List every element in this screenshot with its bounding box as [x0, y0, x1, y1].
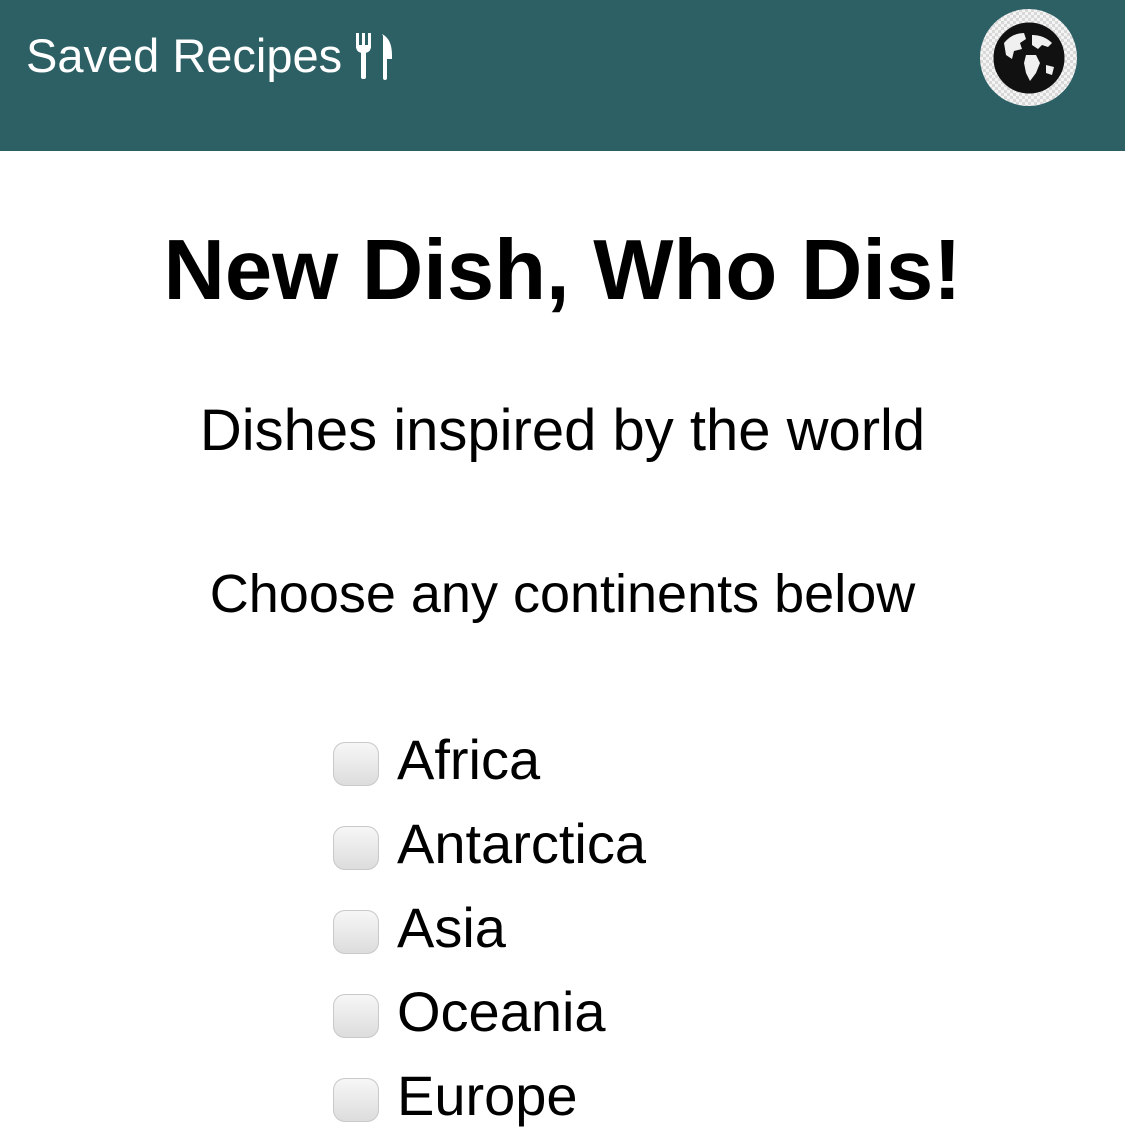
globe-button[interactable]	[980, 9, 1077, 106]
continent-option-antarctica[interactable]: Antarctica	[333, 802, 646, 886]
antarctica-checkbox[interactable]	[333, 826, 379, 870]
top-header: Saved Recipes	[0, 0, 1125, 151]
page-subtitle: Dishes inspired by the world	[199, 398, 926, 463]
continent-option-europe[interactable]: Europe	[333, 1054, 646, 1138]
fork-knife-icon	[354, 31, 396, 81]
asia-checkbox[interactable]	[333, 910, 379, 954]
continent-option-asia[interactable]: Asia	[333, 886, 646, 970]
continent-options: Africa Antarctica Asia Oceania Europe	[333, 718, 646, 1138]
continent-label: Antarctica	[397, 812, 646, 875]
europe-checkbox[interactable]	[333, 1078, 379, 1122]
page-title: New Dish, Who Dis!	[163, 223, 962, 318]
oceania-checkbox[interactable]	[333, 994, 379, 1038]
saved-recipes-link[interactable]: Saved Recipes	[26, 28, 396, 84]
africa-checkbox[interactable]	[333, 742, 379, 786]
globe-icon	[993, 22, 1064, 93]
continent-label: Oceania	[397, 980, 606, 1043]
saved-recipes-label: Saved Recipes	[26, 29, 343, 82]
continent-label: Africa	[397, 728, 541, 791]
continent-label: Europe	[397, 1064, 578, 1127]
continent-option-oceania[interactable]: Oceania	[333, 970, 646, 1054]
continent-label: Asia	[397, 896, 506, 959]
continent-prompt: Choose any continents below	[209, 564, 916, 624]
continent-option-africa[interactable]: Africa	[333, 718, 646, 802]
